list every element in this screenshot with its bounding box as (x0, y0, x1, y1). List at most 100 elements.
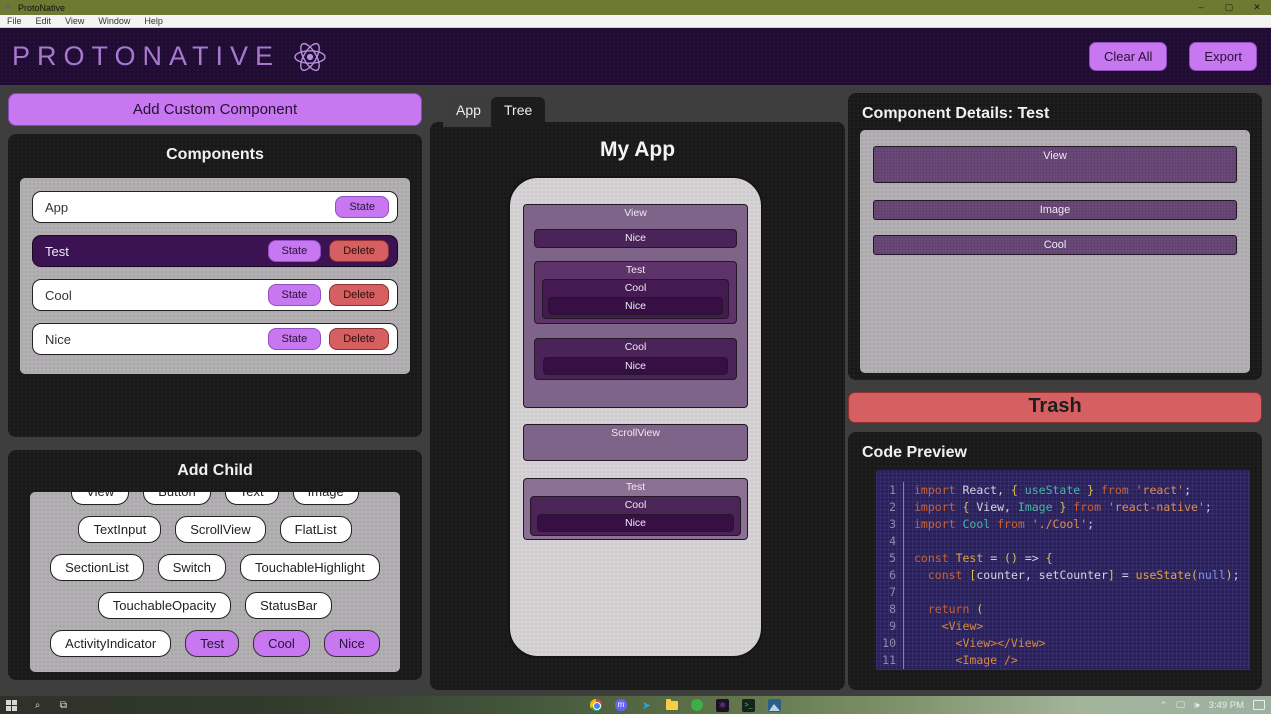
line-number: 8 (876, 601, 904, 618)
close-icon[interactable]: ✕ (1243, 2, 1271, 13)
node-test[interactable]: Test Cool Nice (534, 261, 737, 324)
node-cool[interactable]: Cool Nice (534, 338, 737, 380)
code-line: 3 import Cool from './Cool'; (876, 516, 1250, 533)
action-center-icon[interactable] (1253, 700, 1265, 710)
add-custom-component-button[interactable]: Add Custom Component (8, 93, 422, 126)
app-header: PROTONATIVE Clear All Export (0, 28, 1271, 85)
export-button[interactable]: Export (1189, 42, 1257, 71)
add-child-statusbar[interactable]: StatusBar (245, 592, 333, 619)
node-nice[interactable]: Nice (543, 357, 728, 375)
code-line: 9 <View> (876, 618, 1250, 635)
menu-view[interactable]: View (58, 16, 91, 26)
maximize-icon[interactable]: ▢ (1215, 2, 1243, 13)
window-title: ProtoNative (18, 2, 66, 13)
add-child-sectionlist[interactable]: SectionList (50, 554, 144, 581)
component-row-app[interactable]: App State (32, 191, 398, 223)
add-child-row: ActivityIndicator Test Cool Nice (36, 630, 394, 657)
add-child-touchablehighlight[interactable]: TouchableHighlight (240, 554, 380, 581)
line-number: 11 (876, 652, 904, 669)
code-line: 5 const Test = () => { (876, 550, 1250, 567)
node-cool[interactable]: Cool Nice (530, 496, 741, 536)
menu-file[interactable]: File (0, 16, 29, 26)
node-scrollview[interactable]: ScrollView (523, 424, 748, 461)
terminal-icon[interactable]: >_ (742, 698, 755, 712)
app-title: My App (599, 138, 676, 161)
code-text: <View></View> (955, 636, 1046, 650)
node-nice[interactable]: Nice (537, 514, 734, 532)
state-button[interactable]: State (335, 196, 389, 218)
brand-title: PROTONATIVE (12, 41, 281, 71)
component-row-cool[interactable]: Cool State Delete (32, 279, 398, 311)
telegram-icon[interactable]: ➤ (640, 699, 653, 712)
protonative-app-icon[interactable]: ⚛ (716, 698, 729, 712)
node-nice[interactable]: Nice (548, 297, 723, 315)
detail-child-view[interactable]: View (873, 146, 1237, 183)
search-icon[interactable]: ⌕ (31, 699, 44, 712)
add-child-view[interactable]: View (71, 492, 130, 505)
state-button[interactable]: State (267, 328, 322, 350)
component-row-test[interactable]: Test State Delete (32, 235, 398, 267)
tray-expand-icon[interactable]: ⌃ (1160, 700, 1168, 711)
add-child-row: TouchableOpacity StatusBar (36, 592, 394, 619)
add-child-touchableopacity[interactable]: TouchableOpacity (97, 592, 232, 619)
green-app-icon[interactable] (691, 699, 703, 711)
line-number: 2 (876, 499, 904, 516)
mastodon-icon[interactable]: m (615, 699, 627, 711)
node-cool[interactable]: Cool Nice (542, 279, 729, 319)
delete-button[interactable]: Delete (329, 328, 389, 350)
tab-tree[interactable]: Tree (491, 97, 546, 127)
node-nice[interactable]: Nice (534, 229, 737, 248)
state-button[interactable]: State (267, 240, 322, 262)
add-child-scrollview[interactable]: ScrollView (175, 516, 266, 543)
detail-child-cool[interactable]: Cool (873, 235, 1237, 255)
tab-app[interactable]: App (443, 97, 494, 127)
add-child-nice[interactable]: Nice (323, 630, 380, 657)
line-number: 5 (876, 550, 904, 567)
node-test[interactable]: Test Cool Nice (523, 478, 748, 540)
add-child-button[interactable]: Button (143, 492, 211, 505)
minimize-icon[interactable]: – (1187, 2, 1215, 13)
add-child-image[interactable]: Image (292, 492, 359, 505)
add-child-cool[interactable]: Cool (253, 630, 310, 657)
add-child-activityindicator[interactable]: ActivityIndicator (50, 630, 172, 657)
component-name: Nice (45, 331, 72, 347)
chrome-icon[interactable] (590, 699, 602, 711)
line-number: 6 (876, 567, 904, 584)
add-child-switch[interactable]: Switch (157, 554, 227, 581)
menu-help[interactable]: Help (137, 16, 170, 26)
node-view[interactable]: View Nice Test Cool Nice Cool Nice (523, 204, 748, 408)
component-row-nice[interactable]: Nice State Delete (32, 323, 398, 355)
add-child-textinput[interactable]: TextInput (78, 516, 162, 543)
delete-button[interactable]: Delete (329, 284, 389, 306)
trash-dropzone[interactable]: Trash (848, 392, 1262, 423)
components-panel: Components App State Test State Delete Cool St… (8, 134, 422, 437)
window-titlebar: ⚛ ProtoNative – ▢ ✕ (0, 0, 1271, 15)
menu-window[interactable]: Window (91, 16, 137, 26)
code-editor[interactable]: 1 import React, { useState } from 'react'… (876, 470, 1250, 670)
code-line: 7 (876, 584, 1250, 601)
photos-icon[interactable] (768, 698, 781, 712)
menu-edit[interactable]: Edit (29, 16, 59, 26)
taskbar-clock[interactable]: 3:49 PM (1209, 700, 1244, 711)
add-child-test[interactable]: Test (185, 630, 240, 657)
node-label: Nice (624, 360, 646, 372)
volume-icon[interactable]: 🕪 (1194, 700, 1200, 711)
detail-child-image[interactable]: Image (873, 200, 1237, 220)
code-text: import { View, Image } from 'react-nativ… (914, 500, 1212, 514)
code-text: import React, { useState } from 'react'; (914, 483, 1192, 497)
add-child-flatlist[interactable]: FlatList (279, 516, 352, 543)
add-child-list: View Button Text Image TextInput ScrollView Fl… (30, 492, 400, 672)
add-child-text[interactable]: Text (224, 492, 279, 505)
start-button-icon[interactable] (5, 699, 18, 712)
clear-all-button[interactable]: Clear All (1089, 42, 1168, 71)
state-button[interactable]: State (267, 284, 322, 306)
menubar: File Edit View Window Help (0, 15, 1271, 28)
task-view-icon[interactable]: ⧉ (57, 699, 70, 712)
line-number: 3 (876, 516, 904, 533)
delete-button[interactable]: Delete (329, 240, 389, 262)
file-explorer-icon[interactable] (666, 698, 678, 710)
network-icon[interactable]: 🖵 (1176, 700, 1185, 711)
code-text: return ( (927, 602, 984, 616)
windows-taskbar: ⌕ ⧉ m ➤ ⚛ >_ ⌃ 🖵 🕪 3:49 PM (0, 696, 1271, 714)
